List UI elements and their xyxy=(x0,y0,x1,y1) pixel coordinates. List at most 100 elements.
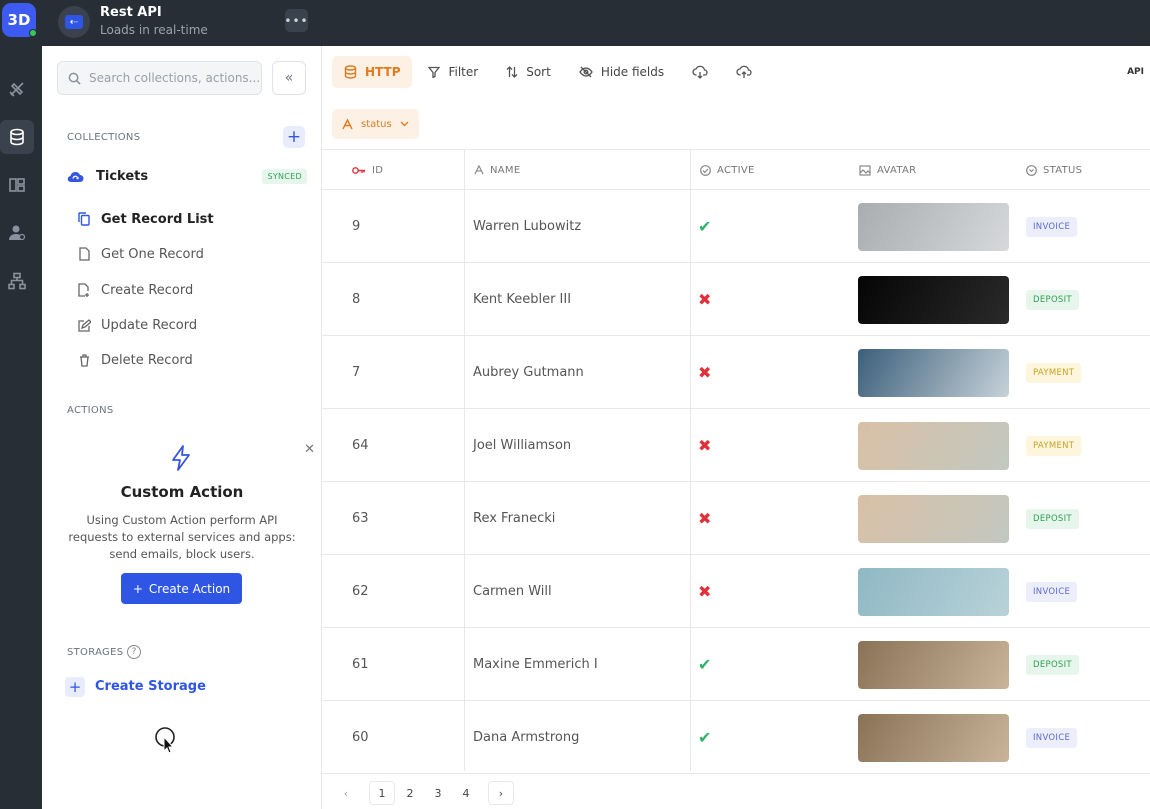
header-active[interactable]: ACTIVE xyxy=(700,150,755,190)
cell-active[interactable]: ✔ xyxy=(698,190,711,263)
check-icon: ✔ xyxy=(698,728,712,747)
layout-icon[interactable] xyxy=(0,168,34,202)
cell-avatar[interactable] xyxy=(858,190,1009,263)
next-page-button[interactable]: › xyxy=(488,781,514,805)
cell-name[interactable]: Dana Armstrong xyxy=(473,701,579,774)
cell-avatar[interactable] xyxy=(858,628,1009,701)
cell-id[interactable]: 9 xyxy=(352,190,360,263)
table-row[interactable]: 62 Carmen Will ✖ INVOICE xyxy=(322,555,1150,628)
header-status[interactable]: STATUS xyxy=(1026,150,1082,190)
filter-button[interactable]: Filter xyxy=(416,56,490,88)
close-icon[interactable]: ✕ xyxy=(304,442,315,457)
prev-page-button[interactable]: ‹ xyxy=(333,781,359,805)
avatar-image xyxy=(858,567,1009,616)
project-icon[interactable]: ⇠ xyxy=(58,6,90,38)
cell-active[interactable]: ✔ xyxy=(698,701,711,774)
page-3-button[interactable]: 3 xyxy=(425,781,451,805)
avatar-image xyxy=(858,421,1009,470)
cell-status[interactable]: INVOICE xyxy=(1026,701,1078,774)
sort-button[interactable]: Sort xyxy=(494,56,563,88)
cell-name[interactable]: Rex Franecki xyxy=(473,482,555,555)
cell-active[interactable]: ✖ xyxy=(698,409,711,482)
cell-active[interactable]: ✖ xyxy=(698,555,711,628)
main-content: HTTP Filter Sort Hide fields API status xyxy=(322,46,1150,809)
cell-avatar[interactable] xyxy=(858,263,1009,336)
table-row[interactable]: 8 Kent Keebler III ✖ DEPOSIT xyxy=(322,263,1150,336)
cell-avatar[interactable] xyxy=(858,555,1009,628)
cell-name[interactable]: Joel Williamson xyxy=(473,409,571,482)
header-id[interactable]: ID xyxy=(352,150,383,190)
page-2-button[interactable]: 2 xyxy=(397,781,423,805)
sitemap-icon[interactable] xyxy=(0,264,34,298)
http-button[interactable]: HTTP xyxy=(332,56,413,88)
database-icon[interactable] xyxy=(0,120,34,154)
table-row[interactable]: 61 Maxine Emmerich I ✔ DEPOSIT xyxy=(322,628,1150,701)
users-icon[interactable] xyxy=(0,216,34,250)
cell-name[interactable]: Warren Lubowitz xyxy=(473,190,581,263)
collection-tickets[interactable]: Tickets SYNCED xyxy=(67,166,307,186)
cell-status[interactable]: DEPOSIT xyxy=(1026,628,1079,701)
page-4-button[interactable]: 4 xyxy=(453,781,479,805)
status-badge: INVOICE xyxy=(1026,216,1078,237)
cell-id[interactable]: 8 xyxy=(352,263,360,336)
table-row[interactable]: 60 Dana Armstrong ✔ INVOICE xyxy=(322,701,1150,774)
header-name[interactable]: NAME xyxy=(474,150,520,190)
table-row[interactable]: 7 Aubrey Gutmann ✖ PAYMENT xyxy=(322,336,1150,409)
cell-status[interactable]: PAYMENT xyxy=(1026,409,1082,482)
cell-avatar[interactable] xyxy=(858,701,1009,774)
cell-status[interactable]: INVOICE xyxy=(1026,555,1078,628)
table-row[interactable]: 9 Warren Lubowitz ✔ INVOICE xyxy=(322,190,1150,263)
cell-id[interactable]: 60 xyxy=(352,701,369,774)
http-label: HTTP xyxy=(365,65,401,79)
collapse-sidebar-button[interactable]: « xyxy=(272,61,306,95)
text-field-icon xyxy=(474,165,484,175)
cloud-upload-button[interactable] xyxy=(724,56,764,88)
help-icon[interactable]: ? xyxy=(127,645,141,659)
design-icon[interactable] xyxy=(0,72,34,106)
cell-id[interactable]: 63 xyxy=(352,482,369,555)
header-avatar[interactable]: AVATAR xyxy=(859,150,916,190)
lightning-icon xyxy=(172,445,190,471)
nav-create-record[interactable]: Create Record xyxy=(77,280,193,300)
add-storage-icon[interactable]: + xyxy=(65,677,85,697)
nav-update-record[interactable]: Update Record xyxy=(77,315,197,335)
status-field-chip[interactable]: status xyxy=(332,109,419,139)
cell-active[interactable]: ✖ xyxy=(698,336,711,409)
cell-status[interactable]: DEPOSIT xyxy=(1026,482,1079,555)
add-collection-button[interactable]: + xyxy=(283,126,305,148)
nav-get-record-list[interactable]: Get Record List xyxy=(77,209,214,229)
cell-name[interactable]: Kent Keebler III xyxy=(473,263,571,336)
cell-active[interactable]: ✖ xyxy=(698,482,711,555)
cell-active[interactable]: ✖ xyxy=(698,263,711,336)
nav-get-one-record[interactable]: Get One Record xyxy=(77,244,204,264)
cloud-download-button[interactable] xyxy=(680,56,720,88)
cell-active[interactable]: ✔ xyxy=(698,628,711,701)
cell-id[interactable]: 64 xyxy=(352,409,369,482)
table-row[interactable]: 64 Joel Williamson ✖ PAYMENT xyxy=(322,409,1150,482)
cell-name[interactable]: Carmen Will xyxy=(473,555,552,628)
sort-label: Sort xyxy=(526,65,551,79)
cell-avatar[interactable] xyxy=(858,336,1009,409)
create-storage-link[interactable]: Create Storage xyxy=(95,679,206,694)
cell-id[interactable]: 62 xyxy=(352,555,369,628)
cell-status[interactable]: INVOICE xyxy=(1026,190,1078,263)
search-input[interactable]: Search collections, actions... xyxy=(57,61,262,95)
cell-name[interactable]: Aubrey Gutmann xyxy=(473,336,584,409)
more-options-button[interactable]: ••• xyxy=(284,9,308,32)
cell-avatar[interactable] xyxy=(858,409,1009,482)
status-badge: INVOICE xyxy=(1026,581,1078,602)
page-1-button[interactable]: 1 xyxy=(369,781,395,805)
cell-name[interactable]: Maxine Emmerich I xyxy=(473,628,598,701)
api-link[interactable]: API xyxy=(1127,67,1144,77)
create-action-button[interactable]: + Create Action xyxy=(121,573,242,604)
cell-status[interactable]: DEPOSIT xyxy=(1026,263,1079,336)
nav-delete-record[interactable]: Delete Record xyxy=(77,350,193,370)
hide-fields-button[interactable]: Hide fields xyxy=(567,56,676,88)
storages-label: STORAGES xyxy=(67,647,124,658)
action-card-title: Custom Action xyxy=(120,483,244,501)
table-row[interactable]: 63 Rex Franecki ✖ DEPOSIT xyxy=(322,482,1150,555)
cell-id[interactable]: 7 xyxy=(352,336,360,409)
cell-id[interactable]: 61 xyxy=(352,628,369,701)
cell-status[interactable]: PAYMENT xyxy=(1026,336,1082,409)
cell-avatar[interactable] xyxy=(858,482,1009,555)
